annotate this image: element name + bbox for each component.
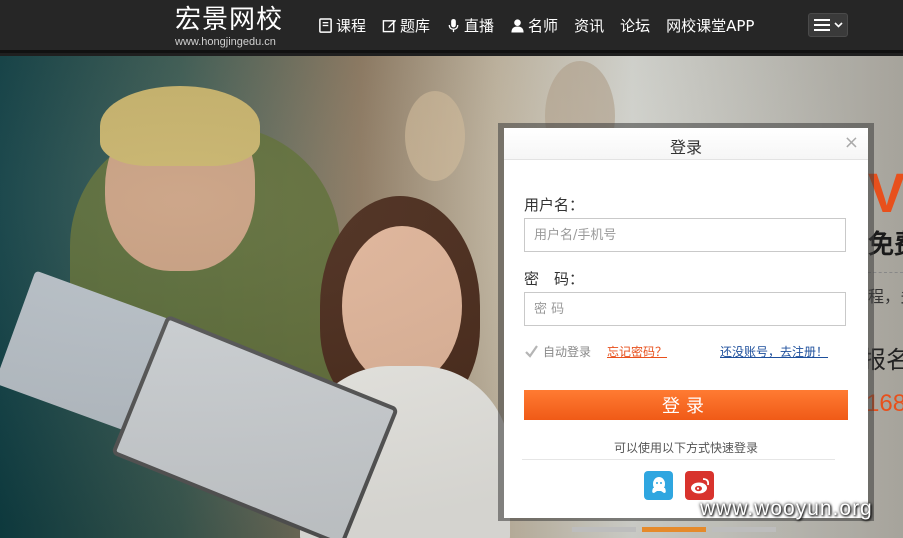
modal-title: 登录 xyxy=(669,138,702,157)
nav-item-courses[interactable]: 课程 xyxy=(318,15,366,36)
password-input[interactable] xyxy=(524,292,846,326)
qq-icon xyxy=(651,476,666,493)
nav-item-app[interactable]: 网校课堂APP xyxy=(666,15,754,36)
divider xyxy=(522,459,835,460)
nav-label: 课程 xyxy=(336,17,367,35)
qq-login-button[interactable] xyxy=(644,471,673,500)
nav-item-teachers[interactable]: 名师 xyxy=(510,15,558,36)
slider-dot[interactable] xyxy=(572,527,636,532)
quick-login-text: 可以使用以下方式快速登录 xyxy=(613,441,758,455)
nav-item-question-bank[interactable]: 题库 xyxy=(382,15,430,36)
logo-name: 宏景网校 xyxy=(175,5,284,35)
nav-item-news[interactable]: 资讯 xyxy=(574,15,604,36)
user-icon xyxy=(511,19,524,33)
auto-login-checkbox[interactable] xyxy=(524,344,539,359)
nav-item-forum[interactable]: 论坛 xyxy=(620,15,650,36)
register-link[interactable]: 还没账号，去注册！ xyxy=(720,343,828,360)
slider-indicators xyxy=(572,527,776,532)
nav-label: 名师 xyxy=(528,17,559,35)
close-icon[interactable]: × xyxy=(844,134,859,152)
menu-toggle-button[interactable] xyxy=(808,13,848,37)
checkmark-icon xyxy=(525,345,538,358)
auto-login-label: 自动登录 xyxy=(543,345,592,359)
site-logo[interactable]: 宏景网校 www.hongjingedu.cn xyxy=(175,5,283,49)
login-submit-button[interactable]: 登录 xyxy=(524,390,848,420)
nav-label: 资讯 xyxy=(574,17,605,35)
watermark: www.wooyun.org xyxy=(700,497,873,520)
password-label: 密 码： xyxy=(524,270,585,288)
microphone-icon xyxy=(448,18,459,33)
main-nav: 课程 题库 直播 名师 资讯 论坛 网校课堂APP xyxy=(318,15,754,36)
weibo-login-button[interactable] xyxy=(685,471,714,500)
username-input[interactable] xyxy=(524,218,846,252)
weibo-icon xyxy=(690,477,709,493)
login-modal: 登录 × 用户名： 密 码： 自动登录 忘记密码？ 还没账号，去注册！ 登录 可… xyxy=(504,128,868,518)
top-navbar: 宏景网校 www.hongjingedu.cn 课程 题库 直播 名师 资讯 论… xyxy=(0,0,903,53)
nav-label: 直播 xyxy=(464,17,495,35)
username-label: 用户名： xyxy=(524,196,585,214)
nav-item-live[interactable]: 直播 xyxy=(446,15,494,36)
chevron-down-icon xyxy=(833,22,843,28)
slider-dot[interactable] xyxy=(712,527,776,532)
book-icon xyxy=(319,18,332,33)
modal-header: 登录 × xyxy=(504,128,868,160)
nav-label: 网校课堂APP xyxy=(666,17,755,35)
nav-label: 论坛 xyxy=(620,17,651,35)
forgot-password-link[interactable]: 忘记密码？ xyxy=(607,343,667,360)
nav-label: 题库 xyxy=(400,17,431,35)
edit-icon xyxy=(382,19,397,33)
logo-domain: www.hongjingedu.cn xyxy=(175,36,276,48)
slider-dot-active[interactable] xyxy=(642,527,706,532)
hamburger-menu-icon xyxy=(813,19,830,31)
auto-login-option[interactable]: 自动登录 xyxy=(524,343,591,360)
